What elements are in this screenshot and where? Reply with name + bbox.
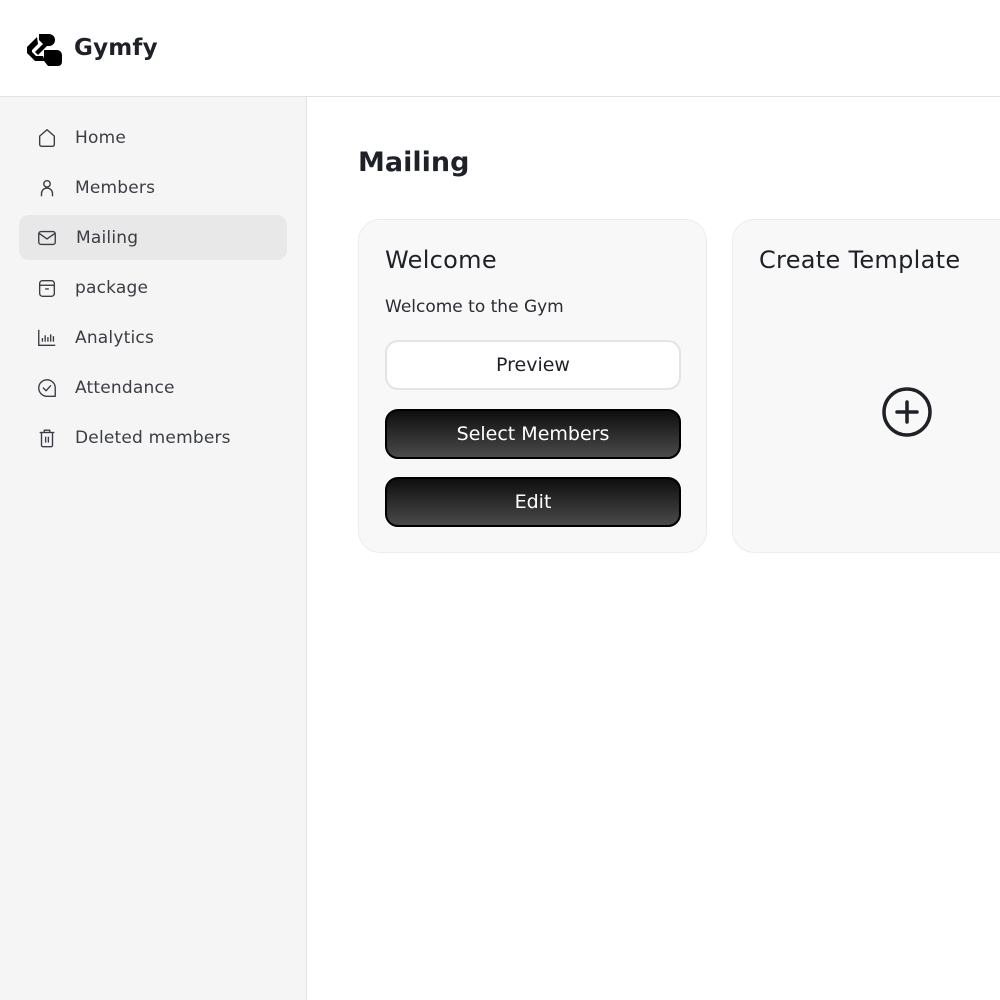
template-card-welcome: Welcome Welcome to the Gym Preview Selec… xyxy=(358,219,707,553)
sidebar-item-label: Members xyxy=(75,177,156,198)
sidebar-item-label: package xyxy=(75,277,149,298)
plus-circle-icon[interactable] xyxy=(881,386,933,438)
brand-name: Gymfy xyxy=(74,35,158,61)
gymfy-logo-icon xyxy=(27,34,62,66)
user-icon xyxy=(36,177,58,199)
check-circle-icon xyxy=(36,377,58,399)
mail-icon xyxy=(36,227,58,249)
select-members-button[interactable]: Select Members xyxy=(385,409,681,459)
sidebar-item-attendance[interactable]: Attendance xyxy=(19,365,287,410)
create-template-title: Create Template xyxy=(759,246,961,274)
create-template-card[interactable]: Create Template xyxy=(732,219,1000,553)
sidebar-item-deleted-members[interactable]: Deleted members xyxy=(19,415,287,460)
template-description: Welcome to the Gym xyxy=(385,297,564,317)
preview-button[interactable]: Preview xyxy=(385,340,681,390)
sidebar: Home Members Mailing package Analytics A… xyxy=(0,97,307,1000)
trash-icon xyxy=(36,427,58,449)
top-header: Gymfy xyxy=(0,0,1000,97)
sidebar-item-package[interactable]: package xyxy=(19,265,287,310)
home-icon xyxy=(36,127,58,149)
template-title: Welcome xyxy=(385,246,497,274)
sidebar-item-label: Analytics xyxy=(75,327,154,348)
archive-box-icon xyxy=(36,277,58,299)
sidebar-item-members[interactable]: Members xyxy=(19,165,287,210)
page-title: Mailing xyxy=(358,147,470,178)
sidebar-item-analytics[interactable]: Analytics xyxy=(19,315,287,360)
sidebar-item-label: Attendance xyxy=(75,377,175,398)
main-content: Mailing Welcome Welcome to the Gym Previ… xyxy=(308,97,1000,1000)
sidebar-item-home[interactable]: Home xyxy=(19,115,287,160)
sidebar-item-label: Deleted members xyxy=(75,427,231,448)
sidebar-item-label: Home xyxy=(75,127,127,148)
bar-chart-icon xyxy=(36,327,58,349)
sidebar-item-label: Mailing xyxy=(76,227,139,248)
sidebar-item-mailing[interactable]: Mailing xyxy=(19,215,287,260)
edit-button[interactable]: Edit xyxy=(385,477,681,527)
